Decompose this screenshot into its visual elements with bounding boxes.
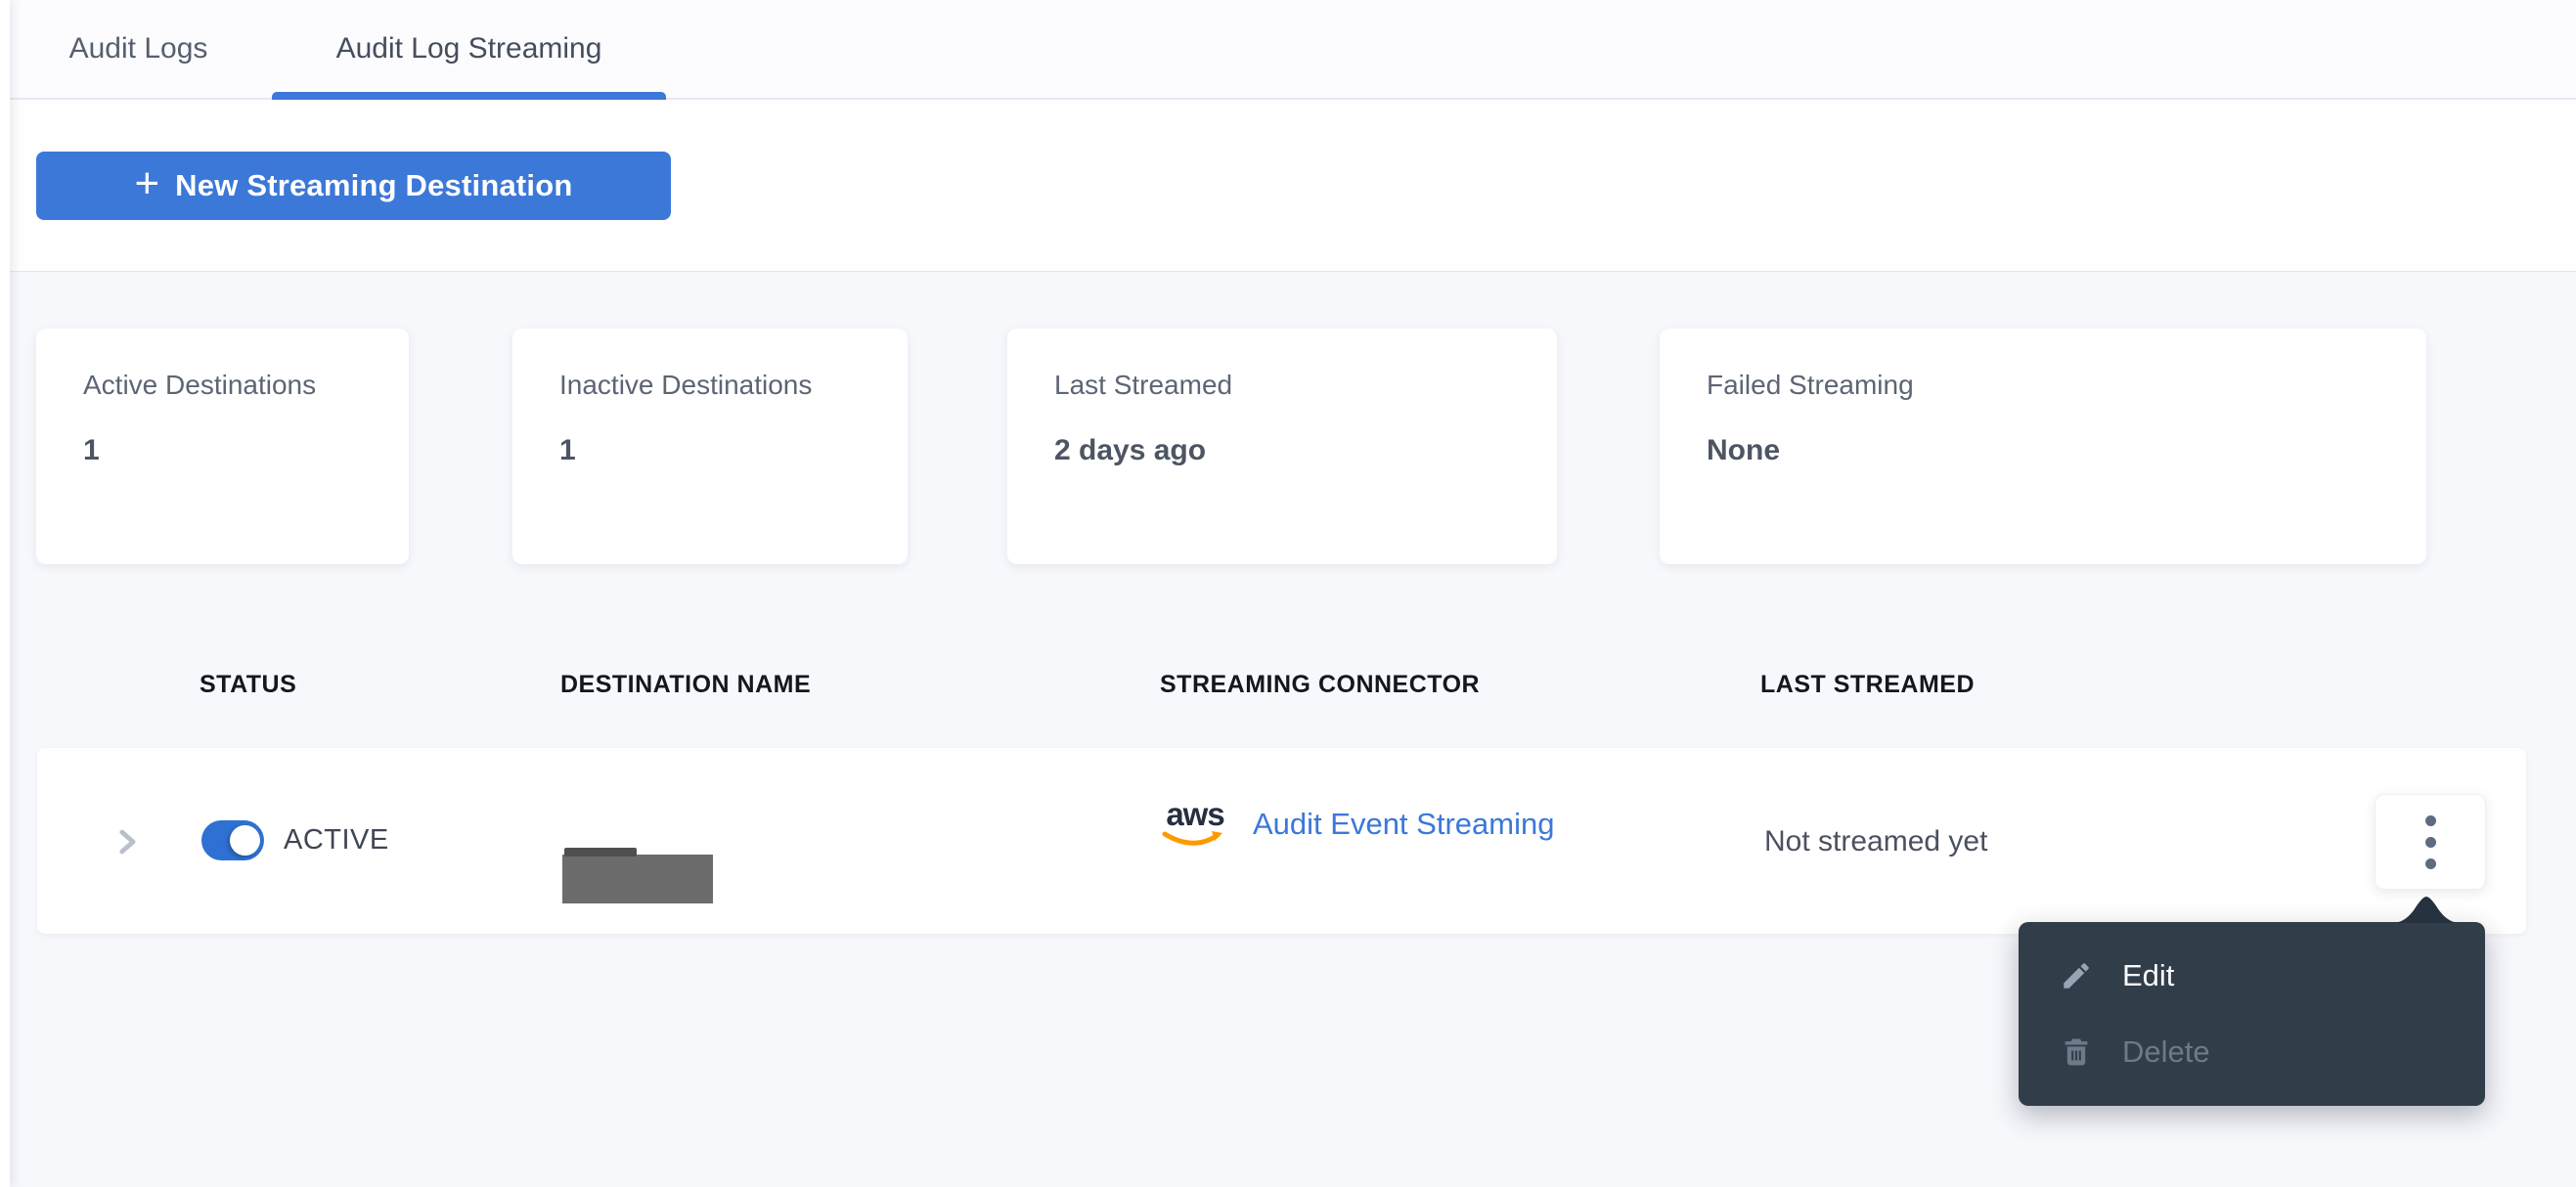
stat-label: Failed Streaming: [1707, 370, 1914, 400]
table-row: ACTIVE aws Audit Event Streaming Not str…: [37, 748, 2526, 934]
menu-arrow: [2392, 897, 2461, 923]
aws-logo-icon: aws: [1161, 798, 1229, 850]
new-streaming-destination-label: New Streaming Destination: [175, 168, 573, 202]
stat-card-active-destinations: Active Destinations 1: [36, 329, 409, 564]
tab-audit-log-streaming-label: Audit Log Streaming: [335, 32, 602, 65]
stat-card-inactive-destinations: Inactive Destinations 1: [512, 329, 908, 564]
column-header-streaming-connector: STREAMING CONNECTOR: [1160, 671, 1481, 698]
stat-card-failed-streaming: Failed Streaming None: [1660, 329, 2426, 564]
new-streaming-destination-button[interactable]: + New Streaming Destination: [36, 152, 671, 220]
expand-row-chevron-icon[interactable]: [110, 825, 143, 858]
column-header-destination-name: DESTINATION NAME: [560, 671, 812, 698]
column-header-status: STATUS: [200, 671, 297, 698]
tab-bar: Audit Logs Audit Log Streaming: [0, 0, 2576, 100]
stat-label: Inactive Destinations: [559, 370, 813, 400]
menu-item-delete-label: Delete: [2122, 1034, 2210, 1069]
left-rail-edge: [0, 0, 10, 1187]
toggle-knob: [230, 825, 260, 856]
menu-item-edit[interactable]: Edit: [2019, 945, 2485, 1007]
top-band: Audit Logs Audit Log Streaming + New Str…: [0, 0, 2576, 272]
kebab-dot: [2424, 836, 2436, 848]
last-streamed-cell: Not streamed yet: [1764, 825, 1988, 857]
audit-log-streaming-page: Audit Logs Audit Log Streaming + New Str…: [0, 0, 2576, 1187]
tab-audit-log-streaming[interactable]: Audit Log Streaming: [272, 0, 666, 100]
stat-value: None: [1707, 434, 1780, 466]
plus-icon: +: [134, 159, 160, 207]
stat-label: Active Destinations: [83, 370, 317, 400]
stat-value: 1: [83, 434, 100, 466]
streaming-connector-cell: aws Audit Event Streaming: [1161, 798, 1554, 850]
kebab-dot: [2424, 814, 2436, 826]
status-toggle[interactable]: [201, 820, 264, 860]
pencil-icon: [2064, 963, 2089, 989]
active-tab-underline: [272, 92, 666, 100]
aws-smile-icon: [1162, 831, 1222, 846]
connector-link[interactable]: Audit Event Streaming: [1253, 807, 1554, 842]
menu-item-delete[interactable]: Delete: [2019, 1021, 2485, 1083]
trash-icon: [2065, 1038, 2088, 1066]
aws-logo-text: aws: [1166, 796, 1224, 832]
destination-name-redacted: [562, 848, 713, 903]
stat-value: 2 days ago: [1054, 434, 1207, 466]
row-actions-menu: Edit Delete: [2019, 922, 2485, 1106]
tab-audit-logs[interactable]: Audit Logs: [47, 0, 230, 98]
stat-label: Last Streamed: [1054, 370, 1233, 400]
menu-item-edit-label: Edit: [2122, 958, 2175, 992]
stat-value: 1: [559, 434, 576, 466]
status-badge: ACTIVE: [284, 824, 389, 856]
stat-card-last-streamed: Last Streamed 2 days ago: [1007, 329, 1557, 564]
kebab-dot: [2424, 857, 2436, 869]
column-header-last-streamed: LAST STREAMED: [1760, 671, 1975, 698]
row-actions-kebab-button[interactable]: [2375, 794, 2486, 890]
